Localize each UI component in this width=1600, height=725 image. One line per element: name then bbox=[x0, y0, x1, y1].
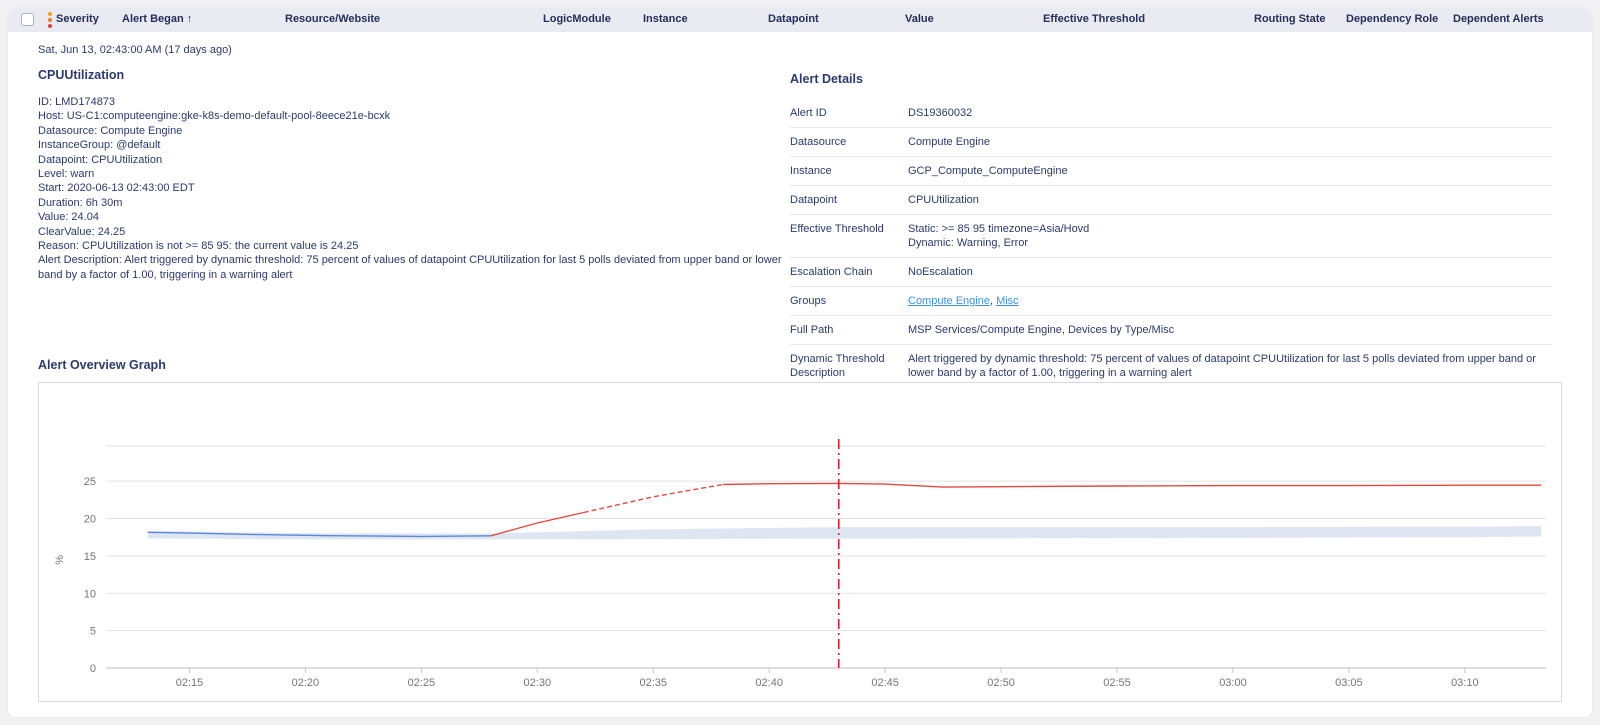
severity-dots-icon bbox=[48, 12, 52, 28]
sort-ascending-icon: ↑ bbox=[186, 13, 193, 25]
alert-details-row: Dynamic Threshold Description Alert trigg… bbox=[790, 345, 1552, 387]
column-header-alert-began[interactable]: Alert Began ↑ bbox=[122, 13, 192, 25]
y-tick-label: 10 bbox=[84, 588, 96, 600]
alerts-page: Severity Alert Began ↑ Resource/Website Logi… bbox=[0, 0, 1600, 725]
alert-details-row: Datasource Compute Engine bbox=[790, 128, 1552, 157]
detail-label: Full Path bbox=[790, 324, 834, 336]
alert-details-row: Datapoint CPUUtilization bbox=[790, 186, 1552, 215]
series-cpuutilization-rising-detected bbox=[583, 483, 723, 514]
detail-label: Effective Threshold bbox=[790, 223, 884, 235]
x-tick-label: 03:10 bbox=[1451, 677, 1479, 689]
x-tick-label: 02:45 bbox=[871, 677, 899, 689]
alert-summary-line: ID: LMD174873 bbox=[38, 96, 116, 108]
column-header-effective-threshold[interactable]: Effective Threshold bbox=[1043, 13, 1145, 25]
detail-label: Datapoint bbox=[790, 194, 838, 206]
alert-details-row: Full Path MSP Services/Compute Engine, De… bbox=[790, 316, 1552, 345]
y-tick-label: 0 bbox=[90, 663, 96, 675]
alert-summary-line: Reason: CPUUtilization is not >= 85 95: … bbox=[38, 240, 359, 253]
x-tick-label: 02:20 bbox=[292, 677, 320, 689]
alert-summary-line: Datapoint: CPUUtilization bbox=[38, 153, 163, 166]
detail-value: Compute Engine bbox=[908, 136, 990, 148]
detail-value: Compute Engine, Misc bbox=[908, 295, 1019, 307]
detail-value: MSP Services/Compute Engine, Devices by … bbox=[908, 324, 1175, 336]
detail-label: Dynamic Threshold Description bbox=[790, 353, 885, 379]
detail-label: Groups bbox=[790, 295, 827, 307]
detail-value: CPUUtilization bbox=[908, 194, 979, 206]
alert-details-row: Groups Compute Engine, Misc bbox=[790, 287, 1552, 316]
alert-summary-line: Host: US-C1:computeengine:gke-k8s-demo-d… bbox=[38, 110, 391, 123]
x-tick-label: 02:40 bbox=[755, 677, 783, 689]
alert-summary-line: Alert Description: Alert triggered by dy… bbox=[38, 254, 782, 281]
y-tick-label: 5 bbox=[90, 626, 96, 638]
alert-details-row: Effective Threshold Static: >= 85 95 time… bbox=[790, 215, 1552, 258]
alert-summary-line: ClearValue: 24.25 bbox=[38, 225, 126, 238]
alert-title: CPUUtilization bbox=[38, 68, 125, 82]
alert-overview-chart: 0 5 10 15 20 25% 02:15 02:20 02:25 02:30 02:35 02:4… bbox=[54, 439, 1546, 689]
y-tick-label: 15 bbox=[84, 551, 96, 563]
alert-details-row: Instance GCP_Compute_ComputeEngine bbox=[790, 157, 1552, 186]
column-header-value[interactable]: Value bbox=[905, 13, 934, 25]
x-tick-label: 02:25 bbox=[408, 677, 436, 689]
alert-details-row: Escalation Chain NoEscalation bbox=[790, 258, 1552, 287]
x-tick-label: 02:50 bbox=[987, 677, 1015, 689]
alert-summary-line: Level: warn bbox=[38, 168, 95, 181]
alert-summary-line: InstanceGroup: @default bbox=[38, 139, 161, 152]
column-header-resource-website[interactable]: Resource/Website bbox=[285, 13, 380, 25]
alert-details-panel: Alert Details Alert ID DS19360032 Datasour… bbox=[790, 72, 1552, 387]
x-tick-label: 02:15 bbox=[176, 677, 204, 689]
alert-overview-graph: 0 5 10 15 20 25% 02:15 02:20 02:25 02:30 02:35 02:4… bbox=[38, 382, 1562, 702]
dynamic-threshold-band bbox=[147, 525, 1542, 540]
group-link[interactable]: Compute Engine bbox=[908, 295, 990, 307]
detail-label: Instance bbox=[790, 165, 832, 177]
column-header-dependency-role[interactable]: Dependency Role bbox=[1346, 13, 1438, 25]
alert-summary-line: Value: 24.04 bbox=[38, 211, 99, 224]
alert-summary-line: Duration: 6h 30m bbox=[38, 196, 123, 209]
y-tick-label: 20 bbox=[84, 514, 96, 526]
alert-details-row: Alert ID DS19360032 bbox=[790, 99, 1552, 128]
alert-began-timestamp: Sat, Jun 13, 02:43:00 AM (17 days ago) bbox=[38, 44, 232, 56]
detail-label: Datasource bbox=[790, 136, 847, 148]
column-header-dependent-alerts[interactable]: Dependent Alerts bbox=[1453, 13, 1544, 25]
detail-value: GCP_Compute_ComputeEngine bbox=[908, 165, 1068, 177]
detail-value: Static: >= 85 95 timezone=Asia/Hovd Dynam… bbox=[908, 223, 1090, 249]
column-header-logicmodule[interactable]: LogicModule bbox=[543, 13, 611, 25]
detail-label: Alert ID bbox=[790, 107, 827, 119]
x-tick-label: 02:55 bbox=[1103, 677, 1131, 689]
detail-value: NoEscalation bbox=[908, 266, 973, 278]
x-tick-label: 03:05 bbox=[1335, 677, 1363, 689]
alert-summary-line: Datasource: Compute Engine bbox=[38, 124, 183, 137]
detail-label: Escalation Chain bbox=[790, 266, 873, 278]
x-tick-label: 02:35 bbox=[639, 677, 667, 689]
column-header-instance[interactable]: Instance bbox=[643, 13, 688, 25]
x-tick-label: 02:30 bbox=[524, 677, 552, 689]
y-tick-label: 25 bbox=[84, 476, 96, 488]
series-cpuutilization-in-alert bbox=[722, 482, 1542, 488]
alert-overview-graph-title: Alert Overview Graph bbox=[38, 358, 166, 372]
alert-details-title: Alert Details bbox=[790, 72, 863, 86]
detail-value: DS19360032 bbox=[908, 107, 973, 119]
column-header-datapoint[interactable]: Datapoint bbox=[768, 13, 819, 25]
alert-summary-panel: CPUUtilization ID: LMD174873 Host: US-C1:… bbox=[38, 68, 782, 282]
detail-value: Alert triggered by dynamic threshold: 75… bbox=[908, 353, 1536, 379]
column-header-routing-state[interactable]: Routing State bbox=[1254, 13, 1326, 25]
group-link[interactable]: Misc bbox=[996, 295, 1019, 307]
y-axis-label: % bbox=[54, 555, 66, 565]
column-header-severity[interactable]: Severity bbox=[56, 13, 99, 25]
alert-summary-line: Start: 2020-06-13 02:43:00 EDT bbox=[38, 182, 195, 195]
x-tick-label: 03:00 bbox=[1219, 677, 1247, 689]
select-all-checkbox[interactable] bbox=[21, 13, 34, 26]
alert-table-header: Severity Alert Began ↑ Resource/Website Logi… bbox=[8, 8, 1592, 32]
alert-detail-card: Severity Alert Began ↑ Resource/Website Logi… bbox=[8, 8, 1592, 717]
